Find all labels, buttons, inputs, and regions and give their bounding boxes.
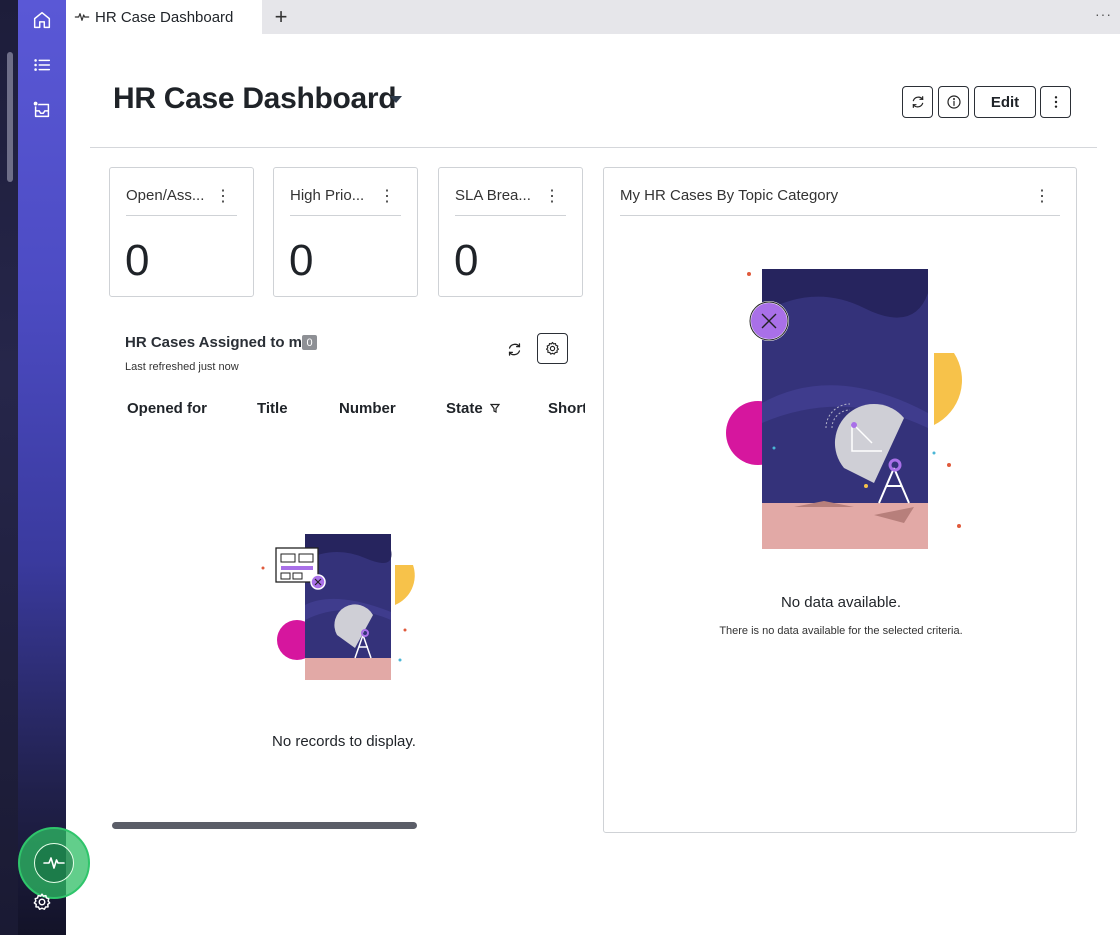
sidebar-home-button[interactable] (18, 0, 66, 40)
chevron-down-icon[interactable] (390, 96, 402, 103)
filter-icon (489, 403, 501, 413)
empty-state-illustration (261, 534, 415, 680)
page-title: HR Case Dashboard (113, 82, 397, 115)
refresh-button[interactable] (902, 86, 933, 118)
table-header-row: Opened for Title Number State Short (110, 398, 585, 420)
more-vertical-icon (1054, 96, 1057, 108)
header-divider (90, 147, 1097, 148)
sidebar-inbox-button[interactable] (18, 90, 66, 130)
more-vertical-icon[interactable]: ⋮ (215, 186, 231, 206)
outer-scrollbar[interactable] (7, 52, 13, 182)
empty-chart-title: No data available. (780, 594, 902, 611)
settings-icon (33, 893, 51, 910)
info-button[interactable] (938, 86, 969, 118)
activity-pulse-icon (74, 13, 90, 21)
metric-card-title: SLA Brea... (455, 187, 531, 204)
sidebar-list-button[interactable] (18, 45, 66, 85)
column-header-title[interactable]: Title (257, 400, 288, 417)
metric-card-value: 0 (125, 236, 150, 285)
metric-card-title: High Prio... (290, 187, 365, 204)
list-icon (34, 59, 51, 71)
header-more-button[interactable] (1040, 86, 1071, 118)
card-divider (455, 215, 566, 216)
list-widget-title: HR Cases Assigned to me (125, 334, 311, 351)
card-divider (126, 215, 237, 216)
refresh-icon (508, 342, 520, 356)
metric-card-high-priority[interactable]: High Prio... ⋮ 0 (273, 167, 418, 297)
column-header-short-description[interactable]: Short (548, 400, 585, 417)
column-header-opened-for[interactable]: Opened for (127, 400, 207, 417)
list-settings-button[interactable] (537, 333, 568, 364)
empty-list-message: No records to display. (272, 733, 416, 750)
metric-card-open-assigned[interactable]: Open/Ass... ⋮ 0 (109, 167, 254, 297)
column-header-state[interactable]: State (446, 400, 501, 417)
column-header-state-label: State (446, 400, 483, 417)
metric-card-sla-breached[interactable]: SLA Brea... ⋮ 0 (438, 167, 583, 297)
metric-card-value: 0 (289, 236, 314, 285)
metric-card-title: Open/Ass... (126, 187, 205, 204)
edit-button[interactable]: Edit (974, 86, 1036, 118)
more-vertical-icon[interactable]: ⋮ (1034, 186, 1050, 206)
last-refreshed-text: Last refreshed just now (125, 361, 239, 373)
app-sidebar (18, 0, 90, 935)
more-vertical-icon[interactable]: ⋮ (379, 186, 395, 206)
tab-label: HR Case Dashboard (95, 8, 234, 26)
empty-state-illustration (726, 269, 962, 549)
list-refresh-button[interactable] (502, 337, 526, 361)
tab-bar: HR Case Dashboard + ··· (66, 0, 1120, 34)
metric-card-value: 0 (454, 236, 479, 285)
activity-pulse-icon (43, 857, 65, 869)
card-divider (620, 215, 1060, 216)
sidebar-settings-button[interactable] (18, 882, 66, 922)
topic-category-widget: My HR Cases By Topic Category ⋮ No data … (603, 167, 1077, 833)
gear-icon (545, 341, 560, 355)
record-count-badge: 0 (302, 335, 317, 350)
topic-widget-title: My HR Cases By Topic Category (620, 187, 839, 204)
home-icon (33, 11, 51, 29)
card-divider (290, 215, 401, 216)
refresh-icon (912, 96, 923, 108)
tab-hr-case-dashboard[interactable]: HR Case Dashboard (66, 0, 262, 34)
empty-chart-subtitle: There is no data available for the selec… (719, 625, 963, 637)
info-icon (946, 95, 961, 109)
more-vertical-icon[interactable]: ⋮ (544, 186, 560, 206)
more-horizontal-icon[interactable]: ··· (1095, 6, 1112, 22)
column-header-number[interactable]: Number (339, 400, 396, 417)
inbox-icon (32, 100, 50, 118)
activity-pulse-ring (34, 843, 74, 883)
add-tab-button[interactable]: + (268, 4, 294, 30)
horizontal-scrollbar[interactable] (112, 822, 417, 829)
outer-window-strip (0, 0, 18, 935)
